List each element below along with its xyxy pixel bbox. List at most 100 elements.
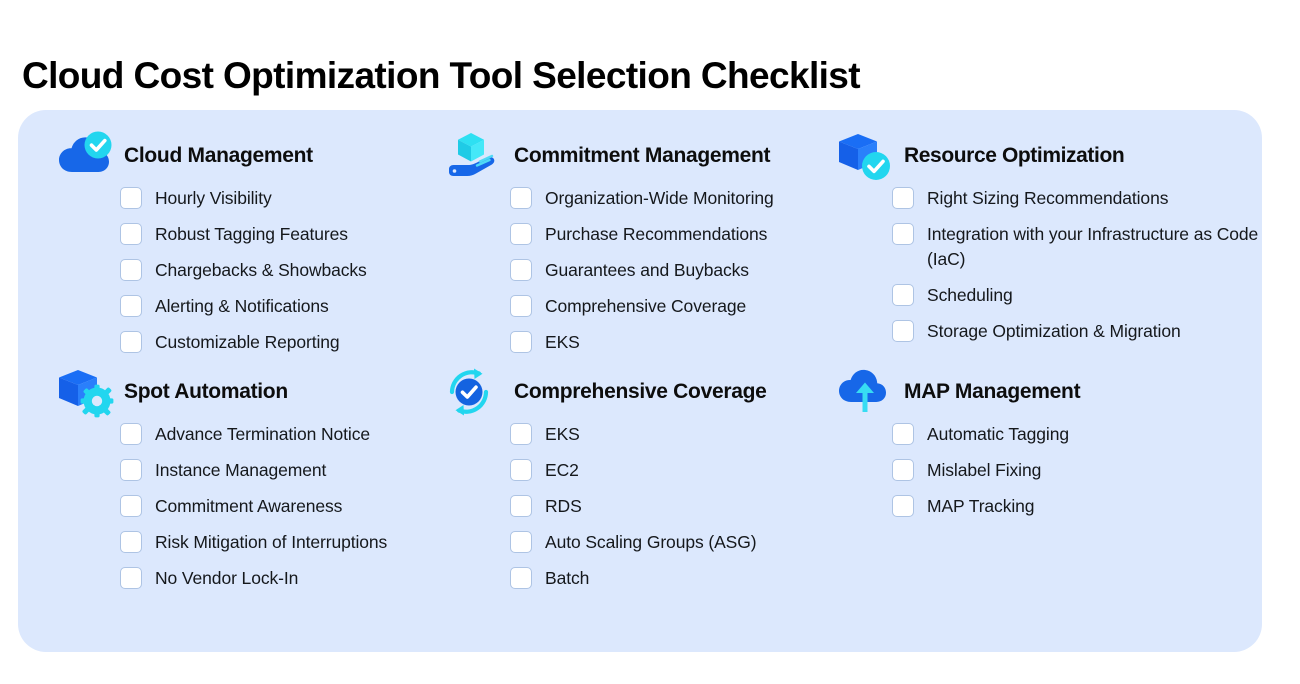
list-item[interactable]: Mislabel Fixing [892,458,1266,483]
item-label: Robust Tagging Features [155,224,348,244]
checkbox[interactable] [510,423,532,445]
box-check-icon [836,128,894,184]
section-title: Commitment Management [514,144,771,167]
checkbox[interactable] [120,259,142,281]
section-title: Cloud Management [124,144,313,167]
checkbox[interactable] [892,284,914,306]
list-item[interactable]: Risk Mitigation of Interruptions [120,530,446,555]
cloud-upload-icon [836,364,894,420]
item-label: Scheduling [927,285,1013,305]
checkbox[interactable] [510,259,532,281]
checkbox[interactable] [510,531,532,553]
checkbox[interactable] [892,459,914,481]
box-gear-icon [56,364,114,420]
checkbox[interactable] [120,531,142,553]
list-item[interactable]: Purchase Recommendations [510,222,836,247]
section-title: Comprehensive Coverage [514,380,767,403]
item-label: Integration with your Infrastructure as … [927,224,1259,269]
checkbox[interactable] [892,187,914,209]
list-item[interactable]: Integration with your Infrastructure as … [892,222,1266,272]
checkbox[interactable] [120,459,142,481]
checkbox[interactable] [510,295,532,317]
list-item[interactable]: Storage Optimization & Migration [892,319,1266,344]
checkbox[interactable] [120,423,142,445]
list-item[interactable]: Right Sizing Recommendations [892,186,1266,211]
section-header: Spot Automation [56,364,446,420]
section-header: MAP Management [836,364,1266,420]
list-item[interactable]: Organization-Wide Monitoring [510,186,836,211]
list-item[interactable]: Batch [510,566,836,591]
checkbox[interactable] [120,295,142,317]
check-circle-refresh-icon [446,364,504,420]
item-label: Auto Scaling Groups (ASG) [545,532,757,552]
list-item[interactable]: EKS [510,422,836,447]
item-label: Chargebacks & Showbacks [155,260,367,280]
checkbox[interactable] [510,331,532,353]
list-item[interactable]: Comprehensive Coverage [510,294,836,319]
checkbox[interactable] [892,495,914,517]
cloud-check-icon [56,128,114,184]
checkbox[interactable] [510,495,532,517]
checklist-card: Cloud Management Hourly Visibility Robus… [18,110,1262,652]
list-item[interactable]: Automatic Tagging [892,422,1266,447]
section-header: Comprehensive Coverage [446,364,836,420]
list-item[interactable]: Commitment Awareness [120,494,446,519]
list-item[interactable]: Advance Termination Notice [120,422,446,447]
list-item[interactable]: Auto Scaling Groups (ASG) [510,530,836,555]
item-label: Purchase Recommendations [545,224,768,244]
item-label: EKS [545,332,580,352]
section-cloud-management: Cloud Management Hourly Visibility Robus… [56,128,446,364]
section-map-management: MAP Management Automatic Tagging Mislabe… [836,364,1266,652]
list-item[interactable]: MAP Tracking [892,494,1266,519]
checklist-items: Automatic Tagging Mislabel Fixing MAP Tr… [892,422,1266,519]
list-item[interactable]: Instance Management [120,458,446,483]
list-item[interactable]: EC2 [510,458,836,483]
item-label: Comprehensive Coverage [545,296,747,316]
checkbox[interactable] [120,567,142,589]
list-item[interactable]: Guarantees and Buybacks [510,258,836,283]
list-item[interactable]: Customizable Reporting [120,330,446,355]
item-label: Commitment Awareness [155,496,343,516]
list-item[interactable]: No Vendor Lock-In [120,566,446,591]
section-comprehensive-coverage: Comprehensive Coverage EKS EC2 RDS Auto [446,364,836,652]
checkbox[interactable] [510,567,532,589]
list-item[interactable]: Alerting & Notifications [120,294,446,319]
section-header: Commitment Management [446,128,836,184]
checkbox[interactable] [510,187,532,209]
item-label: Advance Termination Notice [155,424,370,444]
section-title: MAP Management [904,380,1081,403]
section-header: Cloud Management [56,128,446,184]
checkbox[interactable] [892,423,914,445]
item-label: EKS [545,424,580,444]
checkbox[interactable] [892,223,914,245]
item-label: Instance Management [155,460,327,480]
checklist-items: Advance Termination Notice Instance Mana… [120,422,446,591]
item-label: Hourly Visibility [155,188,272,208]
list-item[interactable]: RDS [510,494,836,519]
list-item[interactable]: Scheduling [892,283,1266,308]
checkbox[interactable] [510,459,532,481]
hand-holding-cube-icon [446,128,504,184]
checklist-items: EKS EC2 RDS Auto Scaling Groups (ASG) Ba… [510,422,836,591]
checkbox[interactable] [510,223,532,245]
checklist-items: Hourly Visibility Robust Tagging Feature… [120,186,446,355]
section-header: Resource Optimization [836,128,1266,184]
checkbox[interactable] [120,495,142,517]
item-label: RDS [545,496,582,516]
checkbox[interactable] [120,331,142,353]
list-item[interactable]: Hourly Visibility [120,186,446,211]
item-label: MAP Tracking [927,496,1035,516]
item-label: Right Sizing Recommendations [927,188,1169,208]
item-label: Guarantees and Buybacks [545,260,749,280]
list-item[interactable]: Robust Tagging Features [120,222,446,247]
checkbox[interactable] [120,187,142,209]
section-title: Resource Optimization [904,144,1125,167]
checkbox[interactable] [892,320,914,342]
list-item[interactable]: EKS [510,330,836,355]
checklist-grid: Cloud Management Hourly Visibility Robus… [18,110,1262,652]
item-label: EC2 [545,460,579,480]
list-item[interactable]: Chargebacks & Showbacks [120,258,446,283]
item-label: Risk Mitigation of Interruptions [155,532,388,552]
item-label: Customizable Reporting [155,332,340,352]
checkbox[interactable] [120,223,142,245]
